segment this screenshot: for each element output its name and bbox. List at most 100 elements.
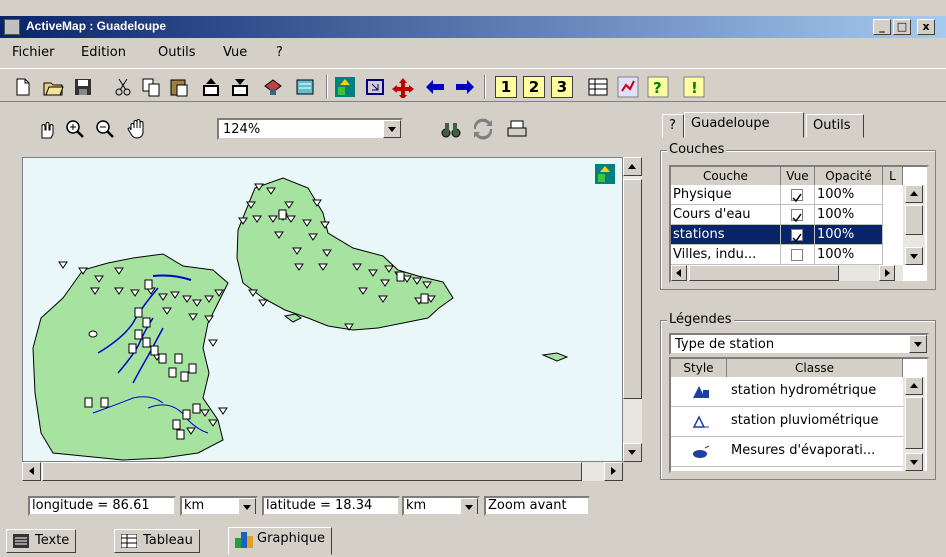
menu-help[interactable]: ? (276, 45, 283, 60)
pan-cross-icon[interactable] (392, 76, 414, 98)
scroll-up-button[interactable] (905, 185, 923, 203)
scroll-right-button[interactable] (604, 462, 623, 481)
full-extent-icon[interactable] (334, 76, 356, 98)
list-item[interactable]: station pluviométrique (671, 407, 903, 437)
map-horizontal-scrollbar[interactable] (22, 462, 623, 481)
visibility-checkbox[interactable] (781, 245, 815, 265)
legend-vertical-scrollbar[interactable] (903, 377, 925, 471)
pointer-hand-icon[interactable] (34, 118, 56, 140)
scroll-left-button[interactable] (671, 265, 687, 281)
open-folder-icon[interactable] (42, 76, 64, 98)
back-arrow-icon[interactable] (424, 76, 446, 98)
table-vertical-scrollbar[interactable] (903, 185, 925, 265)
scroll-thumb[interactable] (689, 265, 839, 281)
opacity-cell[interactable]: 100% (815, 225, 883, 245)
legend-type-select[interactable]: Type de station (669, 333, 929, 355)
chevron-down-icon[interactable] (238, 498, 256, 514)
scroll-down-button[interactable] (905, 247, 923, 265)
scroll-thumb[interactable] (905, 205, 923, 235)
checkbox[interactable] (791, 229, 803, 243)
tab-graphique[interactable]: Graphique (228, 527, 332, 555)
menu-edition[interactable]: Edition (81, 45, 126, 60)
scroll-thumb[interactable] (42, 462, 582, 481)
tab-help[interactable]: ? (662, 114, 684, 138)
view-3-button[interactable]: 3 (551, 76, 573, 98)
list-item[interactable]: Mesures d'évaporati... (671, 437, 903, 467)
forward-arrow-icon[interactable] (454, 76, 476, 98)
zoom-in-icon[interactable] (64, 118, 86, 140)
print-icon[interactable] (506, 118, 528, 140)
column-header-style[interactable]: Style (671, 359, 727, 377)
table-row[interactable]: Physique (671, 185, 781, 205)
table-horizontal-scrollbar[interactable] (671, 265, 903, 281)
copy-icon[interactable] (140, 76, 162, 98)
paste-icon[interactable] (168, 76, 190, 98)
visibility-checkbox[interactable] (781, 185, 815, 205)
binoculars-icon[interactable] (440, 118, 462, 140)
minimize-button[interactable]: _ (873, 19, 891, 35)
pan-hand-icon[interactable] (126, 118, 148, 140)
opacity-cell[interactable]: 100% (815, 185, 883, 205)
menu-vue[interactable]: Vue (223, 45, 247, 60)
save-icon[interactable] (72, 76, 94, 98)
scroll-up-button[interactable] (623, 157, 642, 176)
maximize-button[interactable]: □ (893, 19, 911, 35)
scroll-down-button[interactable] (905, 453, 923, 471)
menu-outils[interactable]: Outils (158, 45, 196, 60)
column-header-l[interactable]: L (883, 167, 903, 185)
zoom-out-icon[interactable] (94, 118, 116, 140)
layer-add-icon[interactable] (262, 76, 284, 98)
scroll-up-button[interactable] (905, 377, 923, 395)
list-item[interactable]: station hydrométrique (671, 377, 903, 407)
view-2-button[interactable]: 2 (523, 76, 545, 98)
map-layers-icon[interactable] (294, 76, 316, 98)
checkbox[interactable] (791, 249, 803, 261)
view-1-button[interactable]: 1 (495, 76, 517, 98)
map-canvas[interactable] (22, 157, 623, 462)
column-header-classe[interactable]: Classe (727, 359, 903, 377)
table-row-selected[interactable]: stations (671, 225, 781, 245)
checkbox[interactable] (791, 209, 803, 223)
chevron-down-icon[interactable] (460, 498, 478, 514)
menu-fichier[interactable]: Fichier (12, 45, 55, 60)
bring-front-icon[interactable] (200, 76, 222, 98)
guadeloupe-map[interactable] (23, 158, 623, 462)
close-button[interactable]: x (917, 19, 935, 35)
send-back-icon[interactable] (229, 76, 251, 98)
new-file-icon[interactable] (12, 76, 34, 98)
column-header-vue[interactable]: Vue (781, 167, 815, 185)
overview-icon[interactable] (595, 164, 615, 184)
chevron-down-icon[interactable] (383, 120, 401, 138)
info-icon[interactable]: ! (683, 76, 705, 98)
longitude-unit-select[interactable]: km (180, 496, 258, 516)
title-bar[interactable]: ActiveMap : Guadeloupe _ □ x (0, 16, 946, 38)
visibility-checkbox[interactable] (781, 225, 815, 245)
column-header-couche[interactable]: Couche (671, 167, 781, 185)
table-row[interactable]: Villes, indu... (671, 245, 781, 265)
tab-outils[interactable]: Outils (806, 114, 864, 138)
tab-tableau[interactable]: Tableau (114, 529, 200, 553)
tab-guadeloupe[interactable]: Guadeloupe (684, 112, 804, 138)
table-row[interactable]: Cours d'eau (671, 205, 781, 225)
scroll-down-button[interactable] (623, 443, 642, 462)
map-vertical-scrollbar[interactable] (623, 157, 642, 462)
scroll-left-button[interactable] (22, 462, 41, 481)
cut-icon[interactable] (112, 76, 134, 98)
chevron-down-icon[interactable] (909, 335, 927, 353)
chart-view-icon[interactable] (617, 76, 639, 98)
help-icon[interactable]: ? (647, 76, 669, 98)
visibility-checkbox[interactable] (781, 205, 815, 225)
column-header-opacite[interactable]: Opacité (815, 167, 883, 185)
zoom-box-icon[interactable] (364, 76, 386, 98)
opacity-cell[interactable]: 100% (815, 205, 883, 225)
zoom-level-select[interactable]: 124% (217, 118, 403, 140)
table-view-icon[interactable] (587, 76, 609, 98)
tab-texte[interactable]: Texte (6, 529, 77, 553)
refresh-icon[interactable] (472, 118, 494, 140)
latitude-unit-select[interactable]: km (402, 496, 480, 516)
opacity-cell[interactable]: 100% (815, 245, 883, 265)
scroll-thumb[interactable] (905, 397, 923, 449)
scroll-right-button[interactable] (879, 265, 895, 281)
scroll-thumb[interactable] (623, 179, 642, 399)
checkbox[interactable] (791, 189, 803, 203)
